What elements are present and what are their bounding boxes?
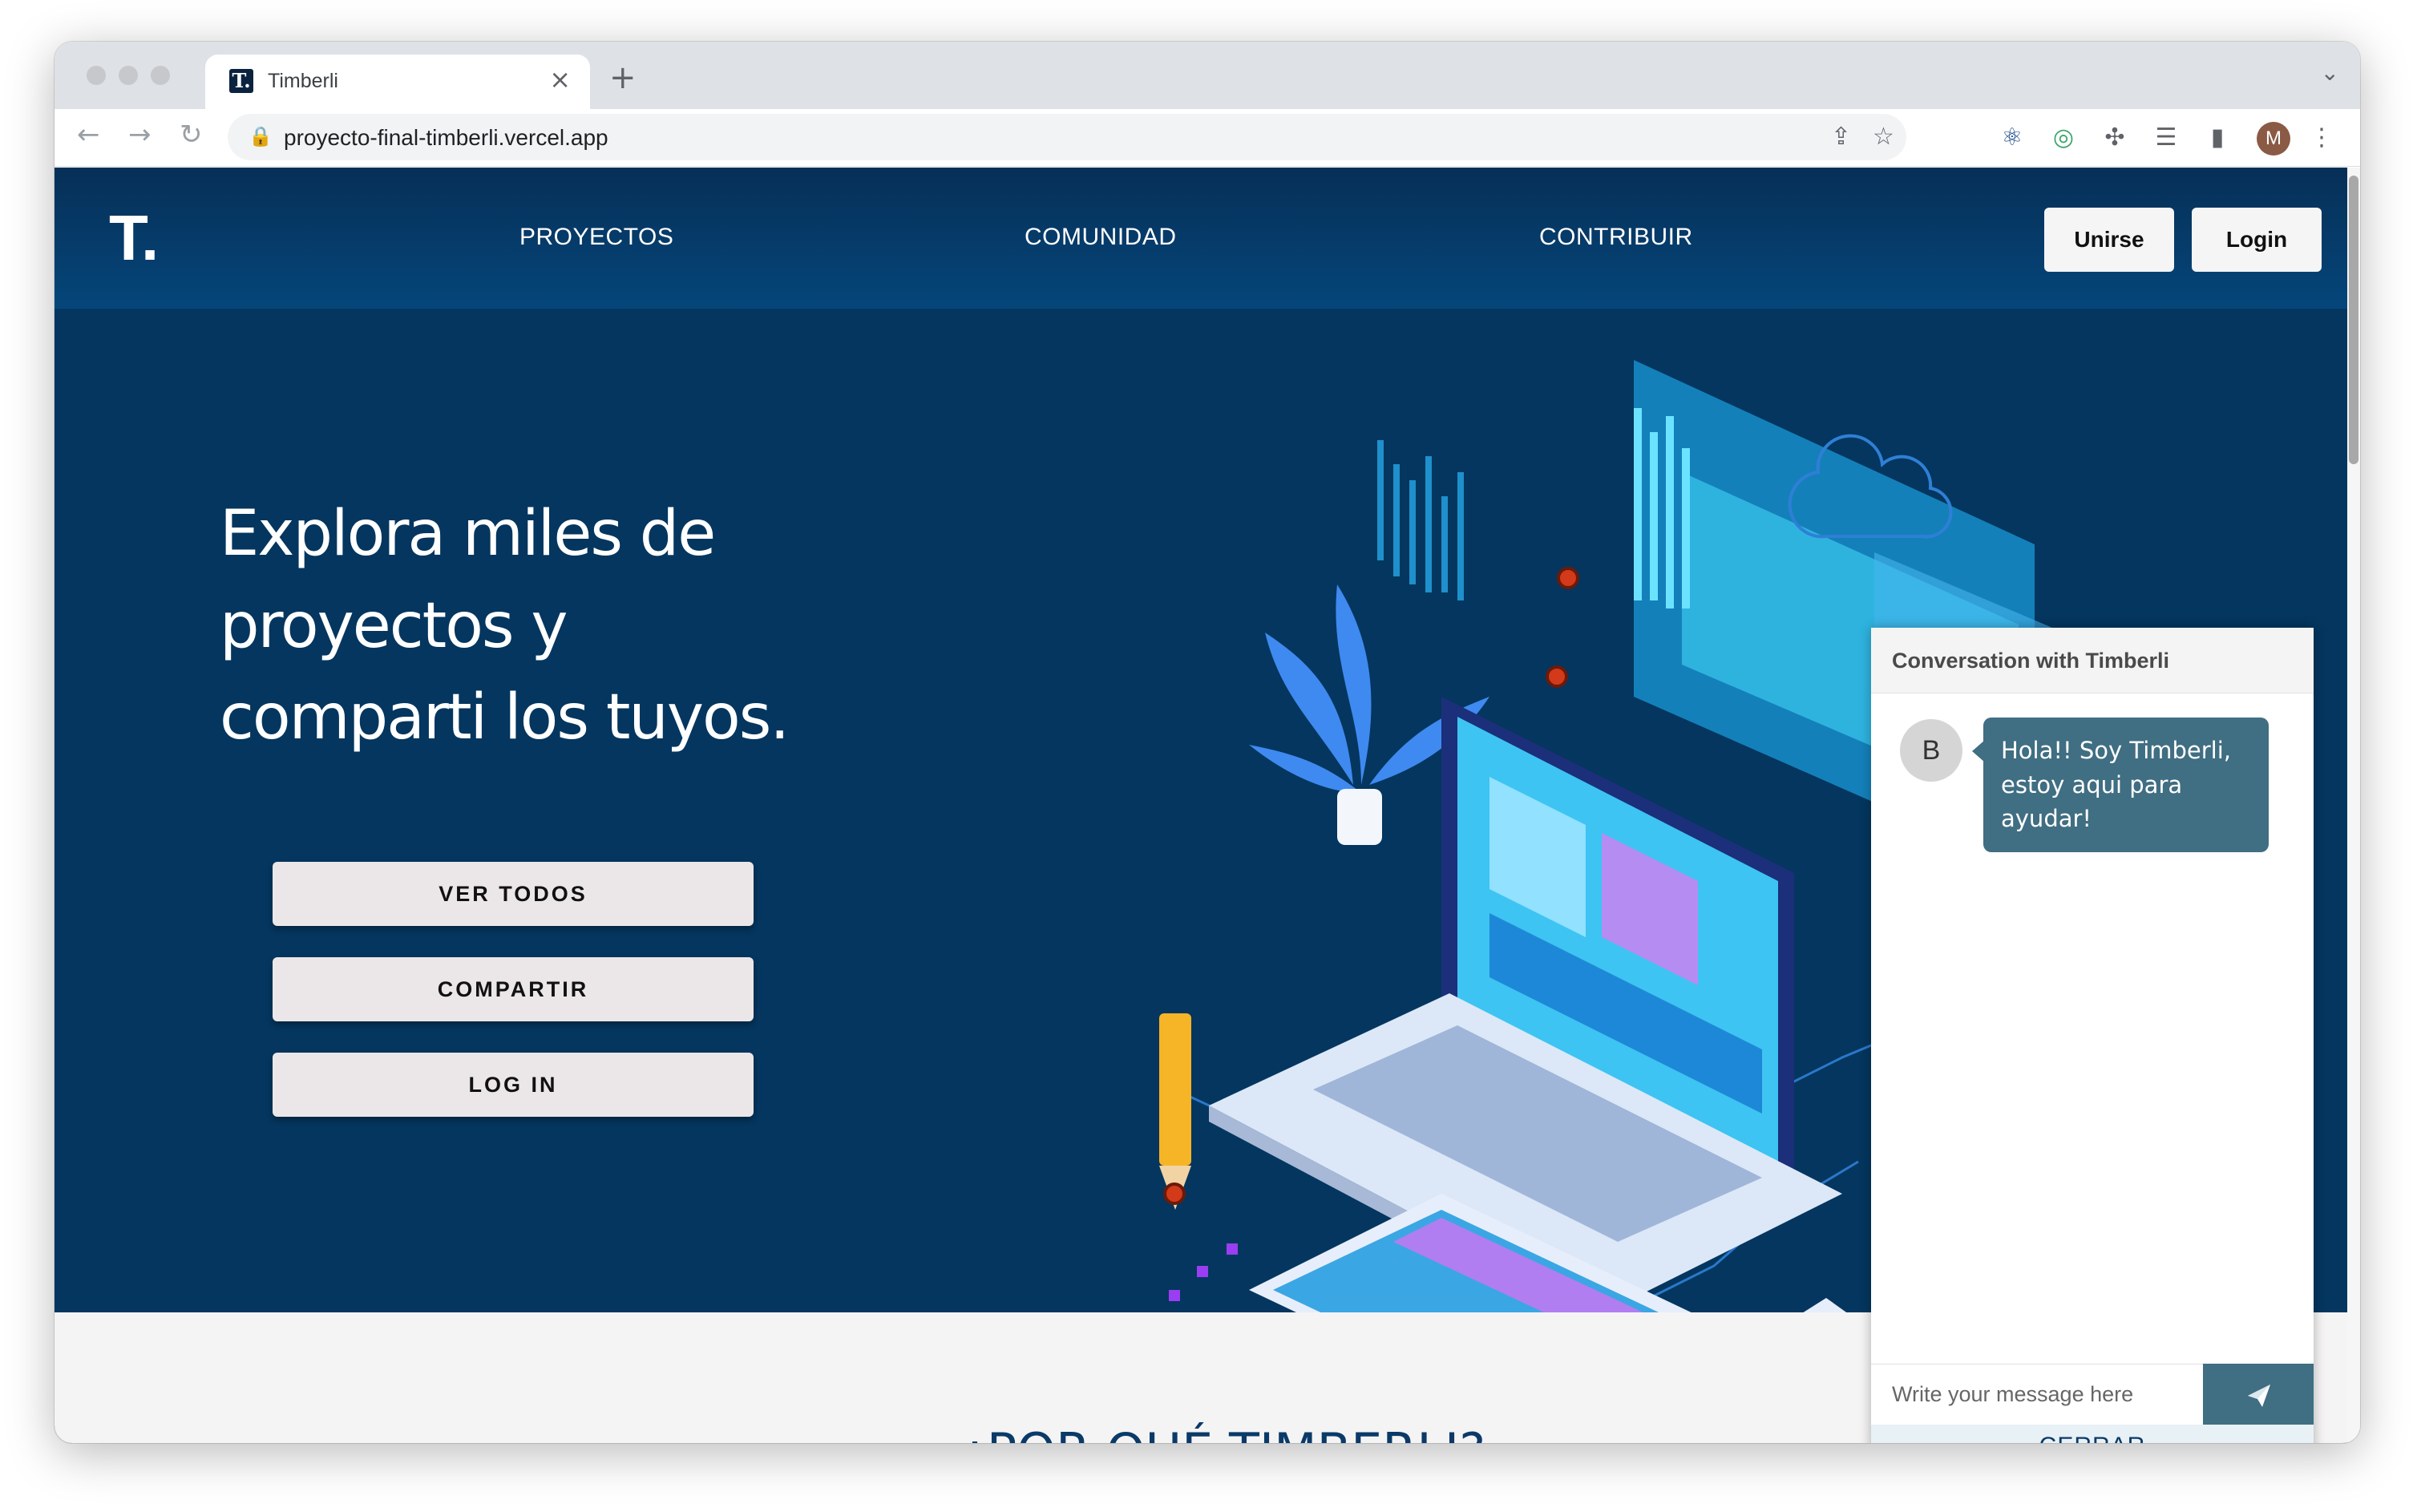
browser-tab[interactable]: T. Timberli × bbox=[205, 55, 590, 109]
share-project-button[interactable]: COMPARTIR bbox=[273, 957, 754, 1021]
scroll-thumb[interactable] bbox=[2349, 176, 2358, 464]
reload-icon[interactable]: ↻ bbox=[180, 119, 203, 151]
share-icon[interactable]: ⇪ bbox=[1831, 123, 1851, 151]
lock-icon[interactable]: 🔒 bbox=[249, 125, 273, 148]
chat-title: Conversation with Timberli bbox=[1892, 649, 2170, 673]
new-tab-button[interactable]: + bbox=[609, 59, 637, 96]
hero-title-line: comparti los tuyos. bbox=[220, 681, 790, 754]
chat-widget: Conversation with Timberli B Hola!! Soy … bbox=[1871, 628, 2314, 1443]
close-window-button[interactable] bbox=[87, 66, 106, 85]
plant-pot bbox=[1337, 789, 1382, 845]
address-bar[interactable]: 🔒 proyecto-final-timberli.vercel.app ⇪ ☆ bbox=[228, 114, 1906, 160]
site-logo[interactable]: T. bbox=[109, 201, 159, 275]
minimize-window-button[interactable] bbox=[119, 66, 138, 85]
favicon-icon: T. bbox=[229, 69, 253, 93]
hero-login-button[interactable]: LOG IN bbox=[273, 1053, 754, 1117]
chat-message-input[interactable] bbox=[1871, 1364, 2203, 1425]
reading-list-icon[interactable]: ☰ bbox=[2152, 123, 2181, 152]
section-heading: ¿POR QUÉ TIMBERLI? bbox=[960, 1422, 1485, 1443]
site-navbar: T. PROYECTOS COMUNIDAD CONTRIBUIR Unirse… bbox=[55, 168, 2347, 309]
maximize-window-button[interactable] bbox=[151, 66, 170, 85]
bookmark-star-icon[interactable]: ☆ bbox=[1873, 123, 1894, 151]
login-button[interactable]: Login bbox=[2192, 208, 2322, 272]
browser-window: T. Timberli × + ⌄ ← → ↻ 🔒 proyecto-final… bbox=[55, 42, 2360, 1443]
hero-title-line: Explora miles de bbox=[220, 498, 716, 570]
hero-title-line: proyectos y bbox=[220, 589, 568, 662]
nav-link-proyectos[interactable]: PROYECTOS bbox=[519, 224, 673, 251]
send-icon bbox=[2248, 1385, 2270, 1407]
join-button[interactable]: Unirse bbox=[2044, 208, 2174, 272]
tab-search-icon[interactable]: ⌄ bbox=[2321, 59, 2339, 86]
nav-link-comunidad[interactable]: COMUNIDAD bbox=[1025, 224, 1177, 251]
forward-icon[interactable]: → bbox=[128, 119, 152, 151]
extension-color-icon[interactable]: ◎ bbox=[2049, 123, 2078, 152]
menu-kebab-icon[interactable]: ⋮ bbox=[2307, 123, 2336, 152]
profile-avatar[interactable]: M bbox=[2257, 122, 2290, 156]
close-chat-button[interactable]: CERRAR bbox=[1871, 1425, 2314, 1443]
bot-avatar: B bbox=[1900, 719, 1962, 782]
tab-title: Timberli bbox=[268, 70, 338, 92]
hero-title: Explora miles de proyectos y comparti lo… bbox=[220, 488, 941, 764]
view-all-button[interactable]: VER TODOS bbox=[273, 862, 754, 926]
back-icon[interactable]: ← bbox=[77, 119, 100, 151]
tab-close-icon[interactable]: × bbox=[549, 64, 571, 95]
react-devtools-icon[interactable]: ⚛ bbox=[1998, 123, 2027, 152]
page-scrollbar[interactable] bbox=[2347, 168, 2360, 1443]
web-page: T. PROYECTOS COMUNIDAD CONTRIBUIR Unirse… bbox=[55, 168, 2347, 1443]
tab-strip: T. Timberli × + ⌄ bbox=[55, 42, 2360, 109]
chat-header: Conversation with Timberli bbox=[1871, 628, 2314, 693]
extensions-puzzle-icon[interactable]: ✣ bbox=[2100, 123, 2129, 152]
nav-link-contribuir[interactable]: CONTRIBUIR bbox=[1539, 224, 1693, 251]
bot-message: Hola!! Soy Timberli, estoy aqui para ayu… bbox=[1983, 718, 2269, 852]
url-text[interactable]: proyecto-final-timberli.vercel.app bbox=[284, 125, 608, 151]
side-panel-icon[interactable]: ▮ bbox=[2203, 123, 2232, 152]
browser-toolbar: ← → ↻ 🔒 proyecto-final-timberli.vercel.a… bbox=[55, 109, 2360, 167]
pencil-icon bbox=[1159, 1013, 1191, 1210]
send-button[interactable] bbox=[2203, 1364, 2314, 1425]
